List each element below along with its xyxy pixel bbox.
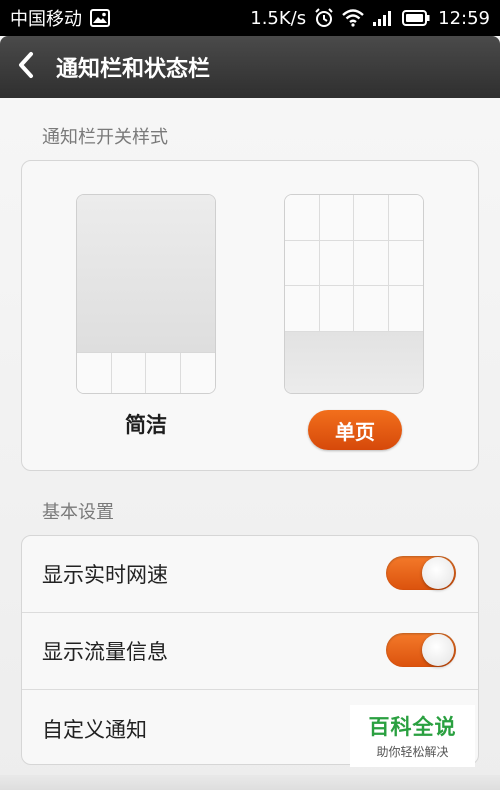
style-option-single-page-selected[interactable]: 单页: [308, 410, 402, 450]
notification-style-card: 简洁 单页: [21, 160, 479, 471]
preview-panel: [77, 195, 215, 352]
style-preview-single-page[interactable]: [284, 194, 424, 394]
chevron-left-icon: [16, 51, 36, 83]
preview-toggle-row: [77, 352, 215, 393]
realtime-speed-toggle[interactable]: [386, 556, 456, 590]
title-bar: 通知栏和状态栏: [0, 36, 500, 98]
section-label-basic-settings: 基本设置: [42, 502, 114, 523]
watermark-subtitle: 助你轻松解决: [376, 745, 449, 759]
battery-icon: [402, 10, 430, 26]
style-preview-simple[interactable]: [76, 194, 216, 394]
network-speed: 1.5K/s: [250, 7, 307, 29]
page-title: 通知栏和状态栏: [56, 57, 211, 82]
image-notification-icon: [90, 9, 110, 27]
setting-label: 自定义通知: [42, 717, 147, 742]
clock-time: 12:59: [438, 7, 490, 29]
setting-row-traffic-info[interactable]: 显示流量信息: [22, 613, 478, 690]
preview-toggle-grid: [285, 195, 423, 332]
status-bar-right: 1.5K/s 12:59: [250, 8, 490, 29]
carrier-name: 中国移动: [10, 9, 82, 30]
alarm-icon: [314, 8, 334, 28]
settings-content: 通知栏开关样式 简洁 单页 基本设置 显示实时网速 显示流量信息 自定义通知: [0, 98, 500, 790]
section-label-notification-style: 通知栏开关样式: [42, 127, 168, 148]
toggle-knob: [422, 557, 454, 589]
setting-label: 显示实时网速: [42, 563, 168, 587]
signal-icon: [372, 9, 394, 27]
style-option-simple[interactable]: 简洁: [76, 409, 216, 439]
setting-row-realtime-speed[interactable]: 显示实时网速: [22, 536, 478, 613]
setting-label: 显示流量信息: [42, 640, 168, 664]
watermark-title: 百科全说: [368, 715, 457, 739]
status-bar-left: 中国移动: [10, 5, 110, 31]
back-button[interactable]: [0, 36, 52, 98]
watermark-logo: 百科全说 助你轻松解决: [350, 705, 475, 767]
preview-panel: [285, 332, 423, 393]
toggle-knob: [422, 634, 454, 666]
bottom-edge: [0, 775, 500, 790]
wifi-icon: [342, 9, 364, 27]
status-bar: 中国移动 1.5K/s 12:59: [0, 0, 500, 36]
traffic-info-toggle[interactable]: [386, 633, 456, 667]
